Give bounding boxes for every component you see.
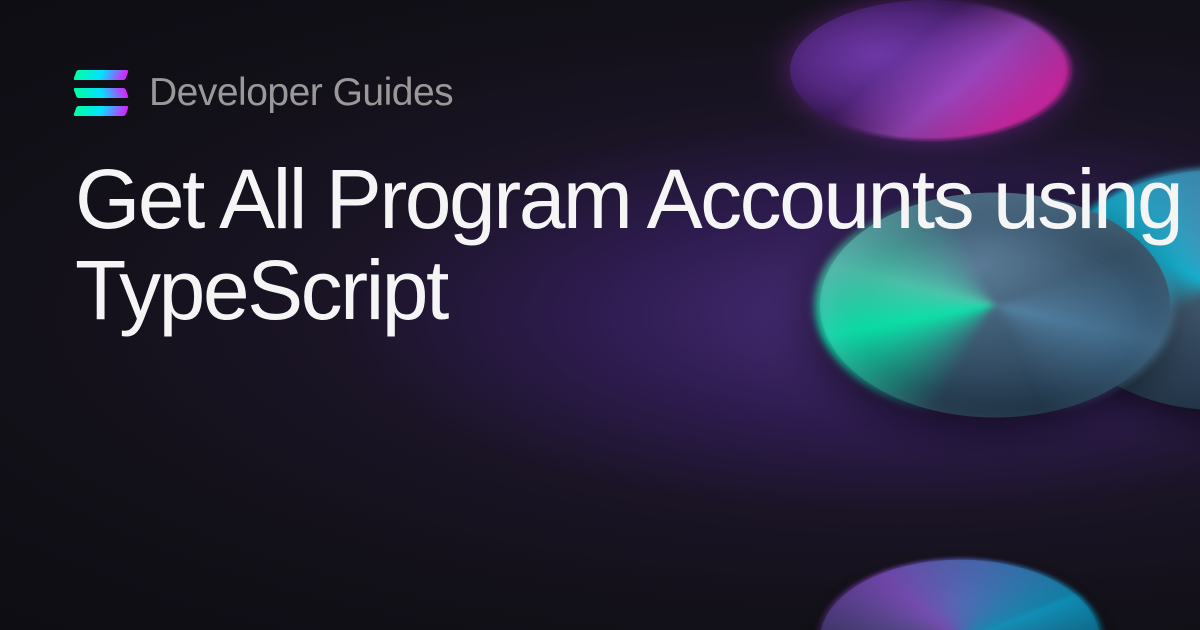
coin-decoration — [798, 547, 1122, 630]
og-card: Developer Guides Get All Program Account… — [0, 0, 1200, 630]
content-area: Developer Guides Get All Program Account… — [75, 70, 1200, 335]
page-title: Get All Program Accounts using TypeScrip… — [75, 154, 1200, 335]
header: Developer Guides — [75, 70, 1200, 116]
solana-logo-icon — [75, 70, 127, 116]
category-label: Developer Guides — [149, 71, 453, 115]
